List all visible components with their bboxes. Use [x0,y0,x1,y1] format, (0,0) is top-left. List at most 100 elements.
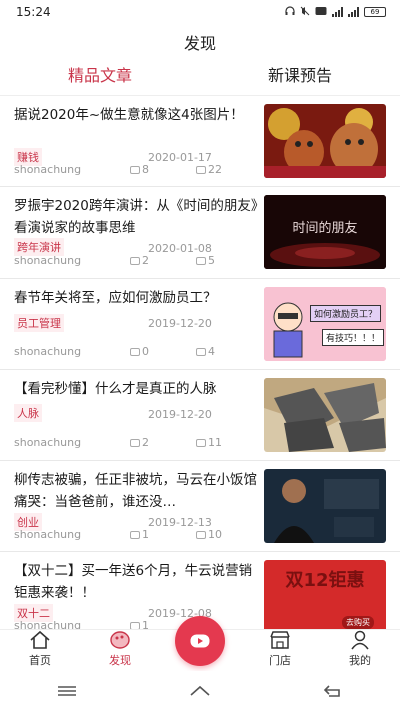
like-count-value: 5 [208,254,215,267]
play-button[interactable] [175,616,225,666]
tab-new-courses[interactable]: 新课预告 [200,64,400,94]
article-author: shonachung [14,163,82,176]
comment-count: 8 [130,163,149,176]
like-count: 5 [196,254,215,267]
article-date: 2019-12-20 [148,317,212,330]
article-thumbnail [264,378,386,452]
signal-icon-2 [348,7,359,17]
thumbs-up-icon [196,347,206,356]
thumbnail-caption: 如何激励员工？ [310,305,382,322]
status-bar: 15:24 69 [0,0,400,24]
battery-icon: 69 [364,7,386,17]
tab-bar: 精品文章 新课预告 [0,64,400,94]
article-date: 2019-12-20 [148,408,212,421]
thumbs-up-icon [196,438,206,447]
comment-count-value: 1 [142,619,149,629]
nav-discover[interactable]: 发现 [80,630,160,671]
comment-count-value: 2 [142,436,149,449]
headphones-icon [285,6,295,18]
thumbnail-caption-2: 有技巧！！！ [322,329,385,346]
screen: 15:24 69 发现 精品文章 新课预告 据说2020年~做生意就像这4张图片… [0,0,400,711]
nav-profile-label: 我的 [349,654,371,667]
list-item[interactable]: 据说2020年~做生意就像这4张图片！ 赚钱 2020-01-17 shonac… [0,96,400,187]
comment-count: 0 [130,345,149,358]
play-icon [190,634,210,648]
comment-count: 2 [130,436,149,449]
comment-count-value: 2 [142,254,149,267]
comment-count-value: 0 [142,345,149,358]
comment-icon [130,165,140,174]
bottom-nav: 首页 发现 门店 我的 [0,616,400,671]
mute-icon [300,6,310,18]
nav-home-label: 首页 [29,654,51,667]
nav-home[interactable]: 首页 [0,630,80,671]
article-author: shonachung [14,436,82,449]
tab-articles[interactable]: 精品文章 [0,64,200,94]
list-item[interactable]: 春节年关将至，应如何激励员工？ 员工管理 2019-12-20 shonachu… [0,279,400,370]
comment-icon [130,530,140,539]
thumbs-up-icon [196,256,206,265]
comment-icon [130,621,140,629]
thumbs-up-icon [196,165,206,174]
list-item[interactable]: 罗振宇2020跨年演讲：从《时间的朋友》看演说家的故事思维 跨年演讲 2020-… [0,187,400,279]
article-tag: 人脉 [14,404,42,422]
like-count: 11 [196,436,222,449]
thumbnail-caption: 时间的朋友 [292,221,358,236]
status-time: 15:24 [16,5,51,19]
nav-discover-label: 发现 [109,654,131,667]
like-count-value: 10 [208,528,222,541]
signal-icon-1 [332,7,343,17]
article-thumbnail [264,469,386,543]
back-icon[interactable] [321,683,345,699]
article-title: 【双十二】买一年送6个月，牛云说营销钜惠来袭！！ [14,563,253,601]
nav-center [160,616,240,671]
list-item[interactable]: 【看完秒懂】什么才是真正的人脉 人脉 2019-12-20 shonachung… [0,370,400,461]
comment-count-value: 1 [142,528,149,541]
nav-store[interactable]: 门店 [240,630,320,671]
page-title: 发现 [183,34,216,53]
article-author: shonachung [14,619,82,629]
system-nav-bar [0,671,400,711]
comment-count: 1 [130,528,149,541]
article-thumbnail [264,104,386,178]
comment-icon [130,347,140,356]
article-author: shonachung [14,528,82,541]
thumbnail-caption-2: 去购买 [342,616,374,629]
comment-count: 2 [130,254,149,267]
like-count: 4 [196,345,215,358]
discover-icon [110,631,130,649]
nav-profile[interactable]: 我的 [320,630,400,671]
like-count-value: 4 [208,345,215,358]
thumbnail-caption: 双12钜惠 [285,570,365,591]
like-count: 22 [196,163,222,176]
article-author: shonachung [14,345,82,358]
like-count-value: 22 [208,163,222,176]
article-author: shonachung [14,254,82,267]
comment-icon [130,438,140,447]
article-title: 据说2020年~做生意就像这4张图片！ [14,107,244,123]
comment-icon [130,256,140,265]
article-title: 【看完秒懂】什么才是真正的人脉 [14,381,217,397]
user-icon [351,630,369,650]
thumbs-up-icon [196,530,206,539]
comment-count: 1 [130,619,149,629]
article-title: 春节年关将至，应如何激励员工？ [14,290,217,306]
home-icon [30,630,50,649]
store-icon [270,631,290,649]
hd-icon [315,6,327,18]
article-thumbnail: 如何激励员工？ 有技巧！！！ [264,287,386,361]
status-icons: 69 [285,6,386,18]
list-item[interactable]: 柳传志被骗，任正非被坑，马云在小饭馆痛哭：当爸爸前，谁还没… 创业 2019-1… [0,461,400,552]
home-gesture-icon[interactable] [188,683,212,699]
article-list: 据说2020年~做生意就像这4张图片！ 赚钱 2020-01-17 shonac… [0,96,400,629]
menu-icon[interactable] [55,683,79,699]
comment-count-value: 8 [142,163,149,176]
article-tag: 员工管理 [14,314,64,332]
nav-store-label: 门店 [269,654,291,667]
article-thumbnail: 时间的朋友 [264,195,386,269]
article-thumbnail: 双12钜惠 去购买 [264,560,386,629]
article-title: 罗振宇2020跨年演讲：从《时间的朋友》看演说家的故事思维 [14,198,258,236]
like-count-value: 11 [208,436,222,449]
article-title: 柳传志被骗，任正非被坑，马云在小饭馆痛哭：当爸爸前，谁还没… [14,472,257,510]
like-count: 10 [196,528,222,541]
